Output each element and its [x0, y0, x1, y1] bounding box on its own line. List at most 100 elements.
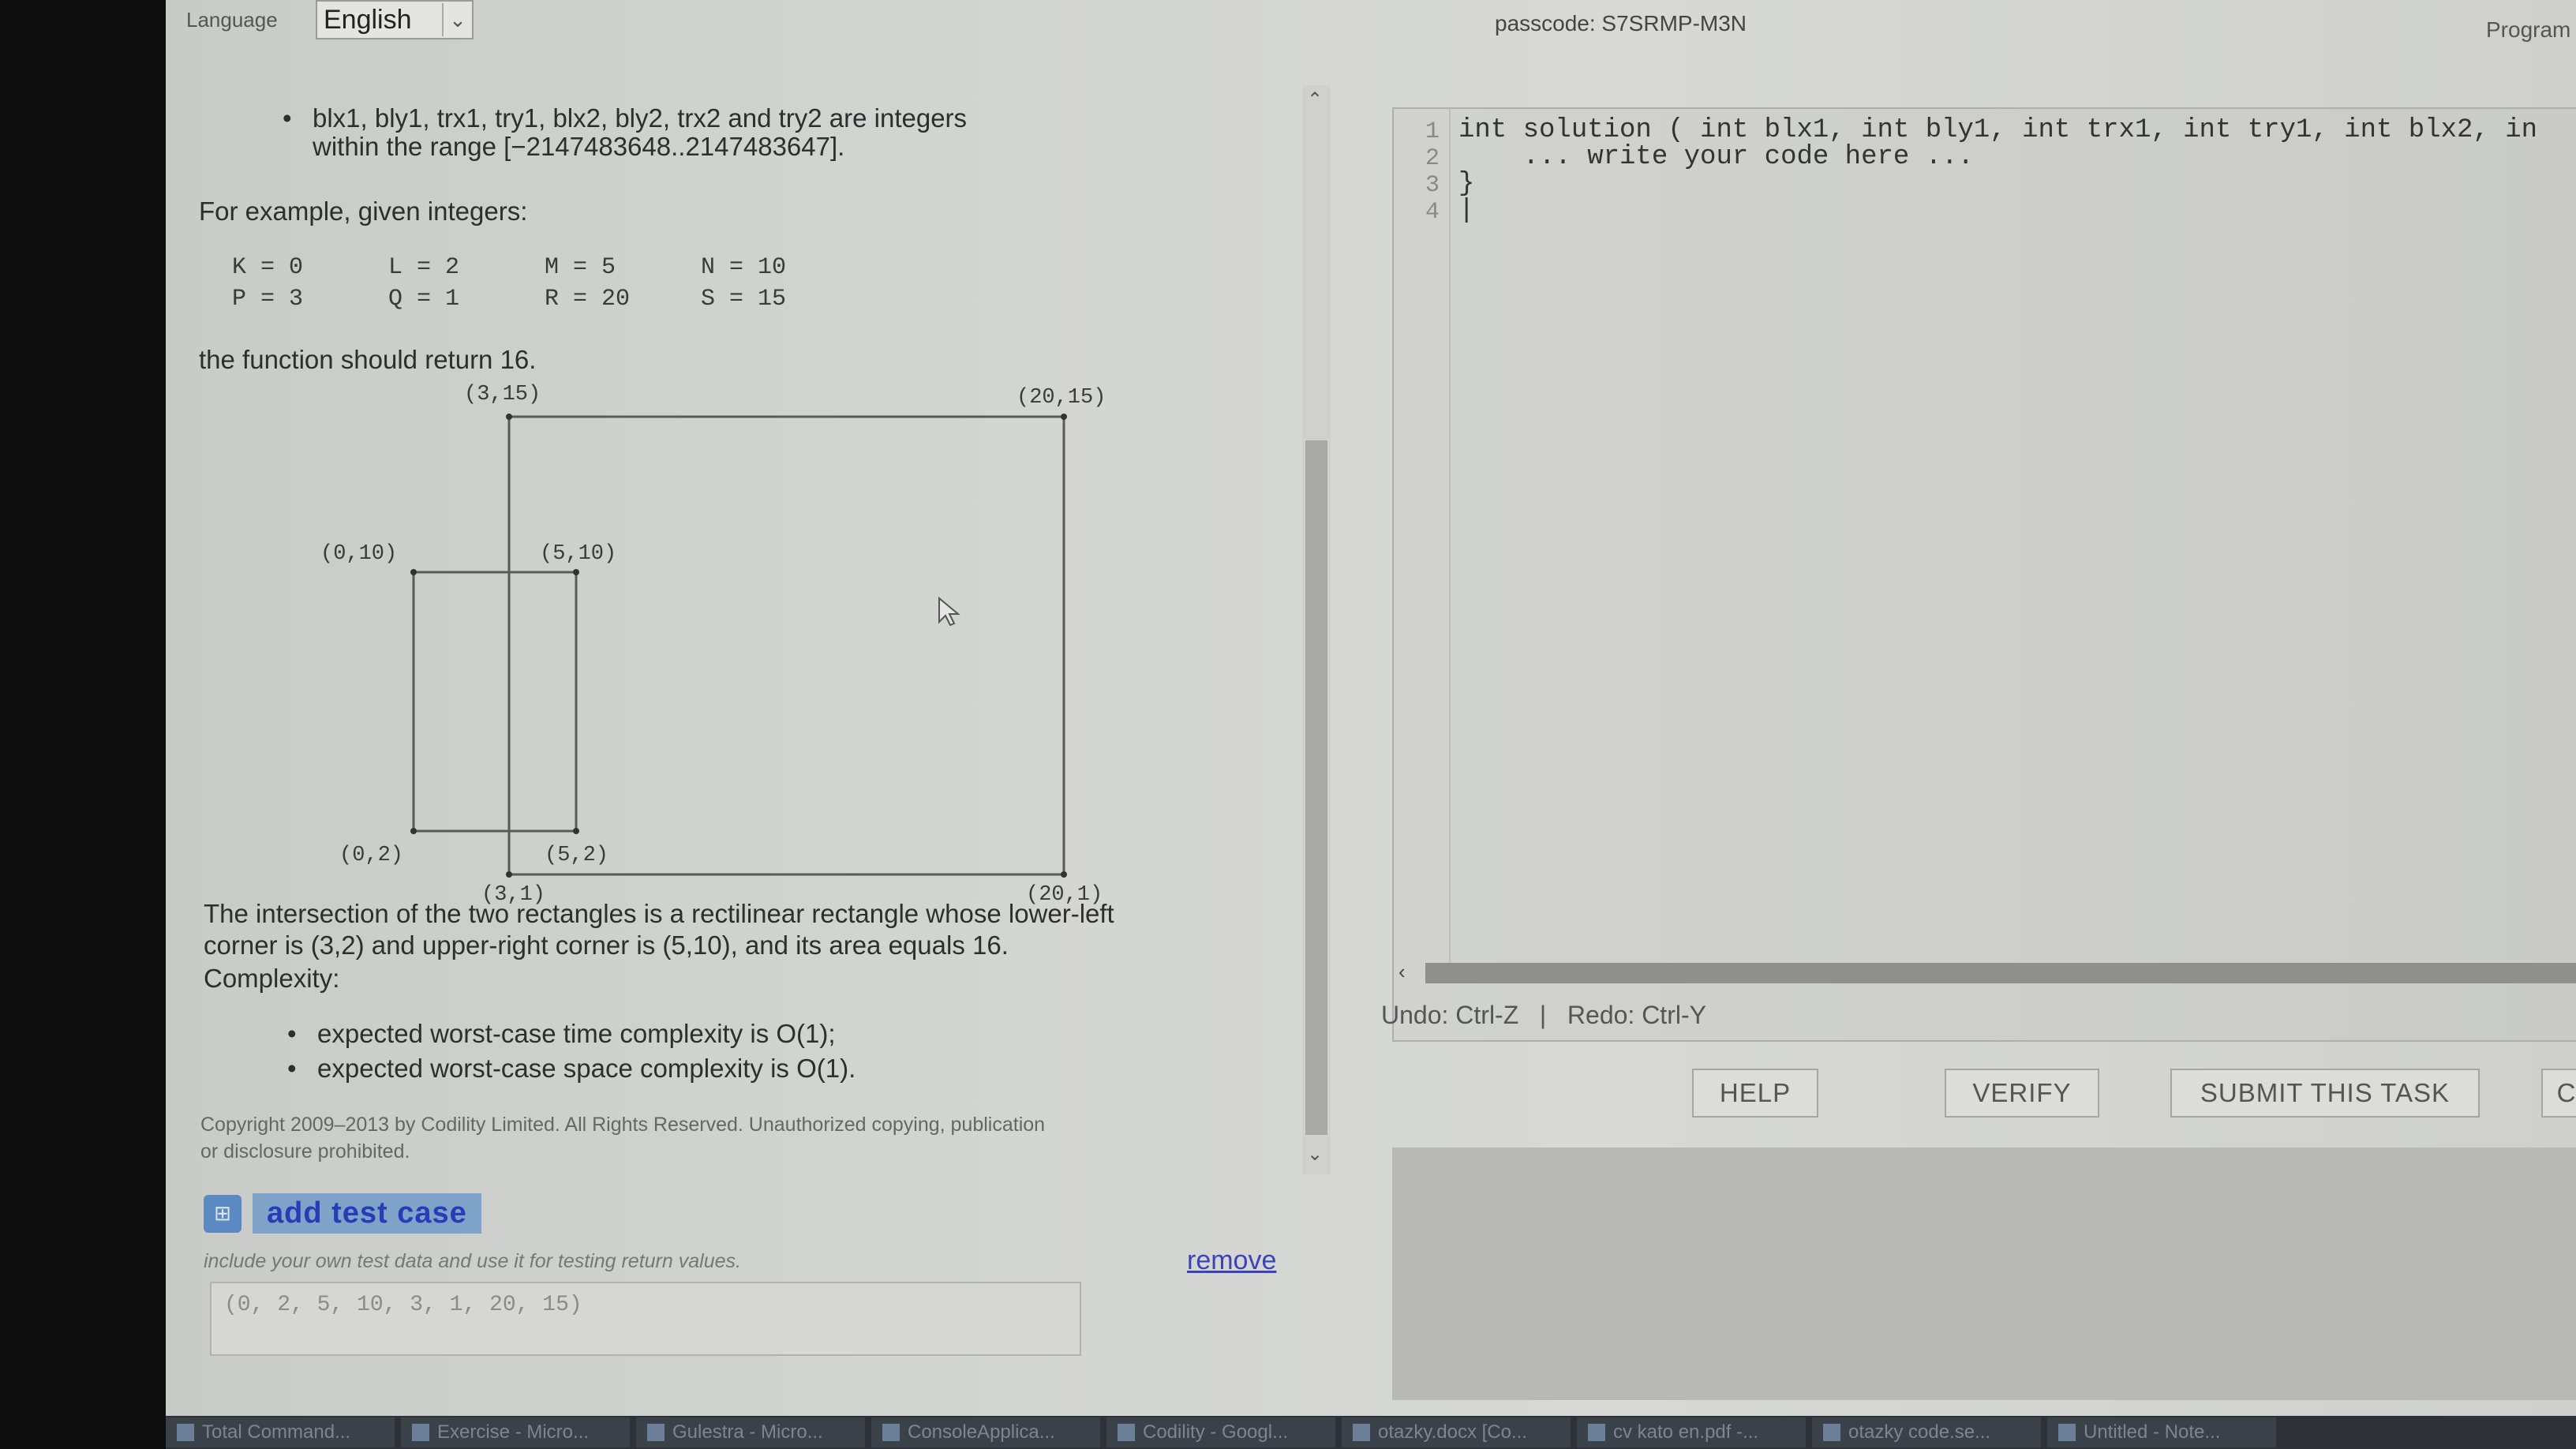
coord-label: (5,2): [545, 844, 608, 867]
vertex-dot: [1061, 871, 1067, 878]
code-line[interactable]: ... write your code here ...: [1458, 142, 1974, 172]
add-test-case-button[interactable]: ⊞ add test case: [204, 1193, 481, 1234]
vertex-dot: [506, 871, 512, 878]
scrollbar-thumb[interactable]: [1425, 963, 2576, 983]
vertex-dot: [410, 828, 417, 834]
taskbar-item-label: Untitled - Note...: [2084, 1421, 2221, 1443]
taskbar-item-label: cv kato en.pdf -...: [1613, 1421, 1759, 1443]
remove-link[interactable]: remove: [1187, 1245, 1276, 1276]
program-tab[interactable]: Program: [2486, 17, 2570, 43]
taskbar-item-label: otazky code.se...: [1848, 1421, 1991, 1443]
table-row: K = 0 L = 2 M = 5 N = 10: [232, 253, 856, 283]
undo-redo-hint: Undo: Ctrl-Z | Redo: Ctrl-Y: [1381, 1001, 1706, 1029]
code-line[interactable]: }: [1458, 169, 1474, 199]
intersection-text-line1: The intersection of the two rectangles i…: [204, 899, 1114, 928]
line-number: 2: [1425, 145, 1440, 172]
coord-label: (5,10): [540, 542, 616, 566]
app-icon: [882, 1424, 900, 1441]
test-case-input[interactable]: (0, 2, 5, 10, 3, 1, 20, 15): [210, 1282, 1081, 1356]
copyright-text: Copyright 2009–2013 by Codility Limited.…: [200, 1111, 1297, 1165]
app-icon: [1353, 1424, 1370, 1441]
top-bar: Language English ⌄ passcode: S7SRMP-M3N …: [166, 0, 2576, 43]
vertex-dot: [1061, 414, 1067, 420]
taskbar-item[interactable]: Codility - Googl...: [1106, 1417, 1335, 1447]
add-test-icon[interactable]: ⊞: [204, 1194, 242, 1233]
app-icon: [1588, 1424, 1605, 1441]
example-cell: N = 10: [701, 254, 787, 281]
coord-label: (0,2): [339, 844, 403, 867]
rectangles-diagram: (3,15) (20,15) (0,10) (5,10) (0,2) (5,2)…: [320, 383, 1106, 907]
editor-horizontal-scrollbar[interactable]: ‹: [1394, 960, 2576, 983]
extra-button[interactable]: C: [2541, 1069, 2576, 1118]
example-cell: K = 0: [232, 254, 304, 281]
mouse-cursor-icon: [938, 596, 960, 627]
vertex-dot: [410, 569, 417, 575]
taskbar-item[interactable]: cv kato en.pdf -...: [1577, 1417, 1806, 1447]
taskbar-item[interactable]: Untitled - Note...: [2047, 1417, 2276, 1447]
taskbar-item[interactable]: Total Command...: [166, 1417, 395, 1447]
code-editor[interactable]: 1 2 3 4 int solution ( int blx1, int bly…: [1392, 107, 2576, 1042]
line-number: 1: [1425, 118, 1440, 145]
complexity-heading: Complexity:: [204, 964, 340, 993]
example-values-table: K = 0 L = 2 M = 5 N = 10 P = 3 Q = 1 R =…: [230, 251, 857, 316]
browser-screen: Language English ⌄ passcode: S7SRMP-M3N …: [166, 0, 2576, 1416]
coord-label: (3,15): [464, 383, 541, 406]
line-number-gutter: 1 2 3 4: [1394, 109, 1451, 969]
task-scrollbar[interactable]: ⌃ ⌄: [1302, 85, 1331, 1174]
example-cell: S = 15: [701, 286, 787, 313]
line-number: 4: [1425, 199, 1440, 226]
verify-button[interactable]: VERIFY: [1945, 1069, 2099, 1118]
line-number: 3: [1425, 172, 1440, 199]
rectangle-large: [507, 415, 1065, 876]
code-line[interactable]: int solution ( int blx1, int bly1, int t…: [1458, 115, 2537, 145]
taskbar-item-label: Exercise - Micro...: [437, 1421, 590, 1443]
app-icon: [1823, 1424, 1840, 1441]
taskbar-item[interactable]: otazky code.se...: [1812, 1417, 2041, 1447]
app-icon: [1118, 1424, 1135, 1441]
example-cell: M = 5: [545, 254, 616, 281]
taskbar-item[interactable]: ConsoleApplica...: [871, 1417, 1100, 1447]
rectangle-small: [412, 571, 578, 833]
output-area: [1392, 1148, 2576, 1400]
code-line[interactable]: |: [1458, 196, 1474, 226]
chevron-up-icon[interactable]: ⌃: [1307, 88, 1323, 111]
taskbar-item-label: Codility - Googl...: [1143, 1421, 1289, 1443]
app-icon: [412, 1424, 429, 1441]
example-cell: L = 2: [388, 254, 460, 281]
table-row: P = 3 Q = 1 R = 20 S = 15: [232, 284, 856, 314]
app-icon: [177, 1424, 194, 1441]
add-test-case-label[interactable]: add test case: [253, 1193, 481, 1234]
coord-label: (20,15): [1017, 386, 1106, 410]
taskbar-item-label: otazky.docx [Co...: [1378, 1421, 1527, 1443]
os-taskbar: Total Command... Exercise - Micro... Gul…: [166, 1416, 2576, 1449]
app-icon: [2058, 1424, 2076, 1441]
help-button[interactable]: HELP: [1692, 1069, 1818, 1118]
taskbar-item-label: Total Command...: [202, 1421, 351, 1443]
taskbar-item-label: ConsoleApplica...: [908, 1421, 1055, 1443]
example-cell: R = 20: [545, 286, 631, 313]
submit-task-button[interactable]: SUBMIT THIS TASK: [2170, 1069, 2480, 1118]
coord-label: (0,10): [320, 542, 397, 566]
chevron-down-icon[interactable]: ⌄: [442, 3, 472, 36]
chevron-left-icon[interactable]: ‹: [1398, 960, 1406, 984]
copyright-line: or disclosure prohibited.: [200, 1140, 410, 1163]
bullet-integers: blx1, bly1, trx1, try1, blx2, bly2, trx2…: [283, 103, 967, 134]
chevron-down-icon[interactable]: ⌄: [1307, 1143, 1323, 1166]
taskbar-item[interactable]: otazky.docx [Co...: [1342, 1417, 1571, 1447]
taskbar-item-label: Gulestra - Micro...: [672, 1421, 823, 1443]
app-icon: [647, 1424, 665, 1441]
intersection-text-line2: corner is (3,2) and upper-right corner i…: [204, 930, 1009, 960]
scrollbar-thumb[interactable]: [1305, 440, 1327, 1135]
vertex-dot: [506, 414, 512, 420]
taskbar-item[interactable]: Gulestra - Micro...: [636, 1417, 865, 1447]
language-select[interactable]: English ⌄: [316, 0, 474, 39]
return-text: the function should return 16.: [199, 345, 537, 374]
copyright-line: Copyright 2009–2013 by Codility Limited.…: [200, 1114, 1046, 1136]
test-case-hint: include your own test data and use it fo…: [204, 1250, 741, 1272]
taskbar-item[interactable]: Exercise - Micro...: [401, 1417, 630, 1447]
example-intro: For example, given integers:: [199, 197, 528, 226]
task-description-panel: blx1, bly1, trx1, try1, blx2, bly2, trx2…: [166, 85, 1302, 1163]
complexity-time: expected worst-case time complexity is O…: [287, 1018, 836, 1050]
language-value: English: [324, 4, 412, 35]
example-cell: Q = 1: [388, 286, 460, 313]
